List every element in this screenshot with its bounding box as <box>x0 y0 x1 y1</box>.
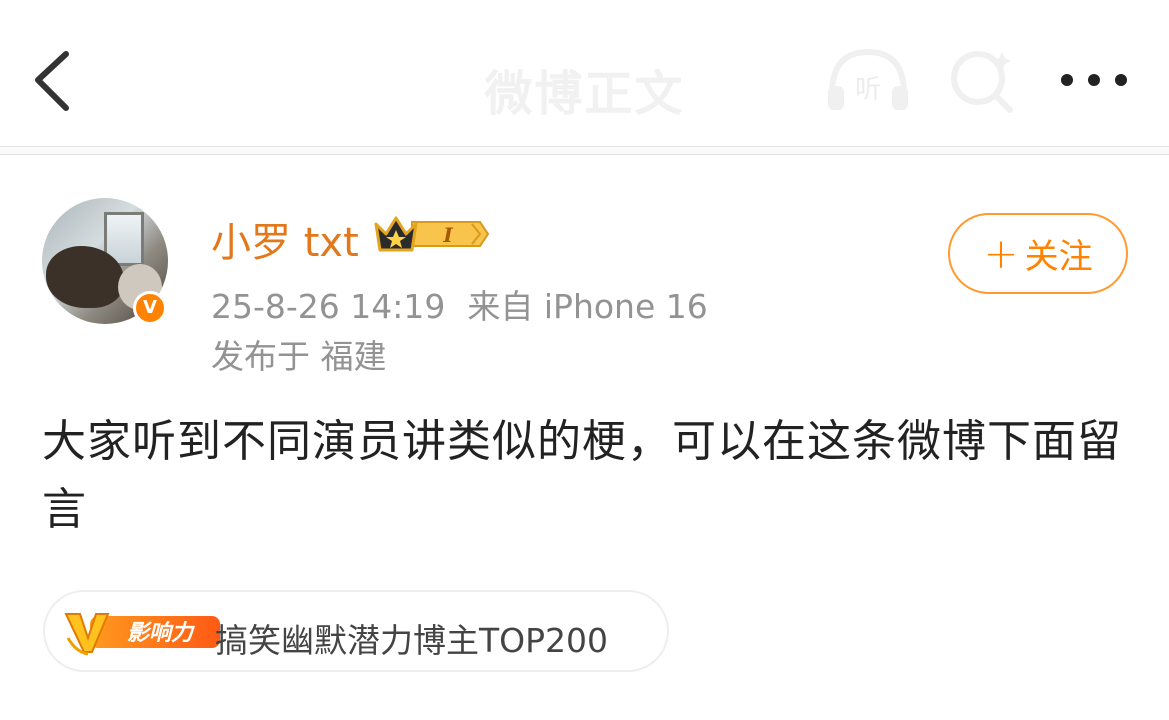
influence-badge-text: 影响力 <box>127 621 195 646</box>
search-icon <box>951 51 1013 113</box>
influence-label: 搞笑幽默潜力博主TOP200 <box>215 621 609 660</box>
post-body: 大家听到不同演员讲类似的梗，可以在这条微博下面留言 <box>42 416 1122 535</box>
listen-button[interactable]: 听 <box>822 42 914 118</box>
follow-button[interactable]: + 关注 <box>948 213 1128 294</box>
post-meta: 25-8-26 14:19 来自 iPhone 16 <box>211 280 708 328</box>
top-navigation-bar: 微博正文 听 <box>0 0 1169 152</box>
more-icon <box>1061 74 1127 86</box>
level-badge: I <box>442 223 453 247</box>
post-location: 发布于 福建 <box>211 337 387 376</box>
plus-icon: + <box>983 228 1019 278</box>
search-button[interactable] <box>944 42 1020 118</box>
post-timestamp: 25-8-26 14:19 <box>211 287 446 326</box>
listen-icon: 听 <box>828 48 908 110</box>
follow-label: 关注 <box>1024 237 1093 277</box>
header-divider <box>0 146 1169 155</box>
crown-icon[interactable]: I <box>372 210 490 258</box>
author-name[interactable]: 小罗 txt <box>211 210 359 268</box>
influence-tag[interactable]: 影响力 搞笑幽默潜力博主TOP200 <box>43 590 669 672</box>
verified-icon: V <box>133 291 167 325</box>
listen-label: 听 <box>855 75 881 105</box>
more-options-button[interactable] <box>1052 54 1136 106</box>
post-source: 来自 iPhone 16 <box>467 287 708 326</box>
